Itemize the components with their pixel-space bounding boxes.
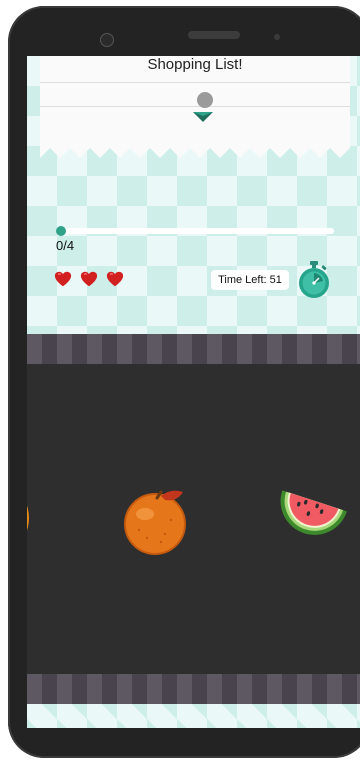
lives-indicator bbox=[54, 270, 144, 290]
front-camera bbox=[100, 33, 114, 47]
list-line bbox=[40, 82, 350, 83]
shopping-list-panel: Shopping List! bbox=[40, 56, 350, 148]
list-pointer-icon bbox=[193, 92, 213, 122]
watermelon-icon[interactable] bbox=[271, 486, 347, 550]
conveyor-belt bbox=[27, 364, 360, 674]
panel-torn-edge bbox=[40, 144, 350, 158]
conveyor-rail-bottom bbox=[27, 674, 360, 704]
progress-bar bbox=[56, 226, 334, 236]
conveyor-rail-top bbox=[27, 334, 360, 364]
heart-icon bbox=[80, 271, 98, 287]
progress-count: 0/4 bbox=[56, 238, 75, 253]
game-hud: Shopping List! 0/4 Time Left: 51 bbox=[27, 56, 360, 334]
heart-icon bbox=[106, 271, 124, 287]
earpiece-speaker bbox=[188, 31, 240, 39]
proximity-sensor bbox=[274, 34, 280, 40]
time-left-label: Time Left: 51 bbox=[211, 270, 289, 290]
shopping-list-title: Shopping List! bbox=[147, 56, 243, 73]
game-screen: Shopping List! 0/4 Time Left: 51 bbox=[27, 56, 360, 728]
bottom-background bbox=[27, 704, 360, 728]
orange-icon[interactable] bbox=[121, 484, 193, 556]
stopwatch-icon bbox=[299, 261, 329, 298]
progress-indicator bbox=[56, 226, 66, 236]
pumpkin-icon[interactable] bbox=[27, 486, 41, 546]
heart-icon bbox=[54, 271, 72, 287]
